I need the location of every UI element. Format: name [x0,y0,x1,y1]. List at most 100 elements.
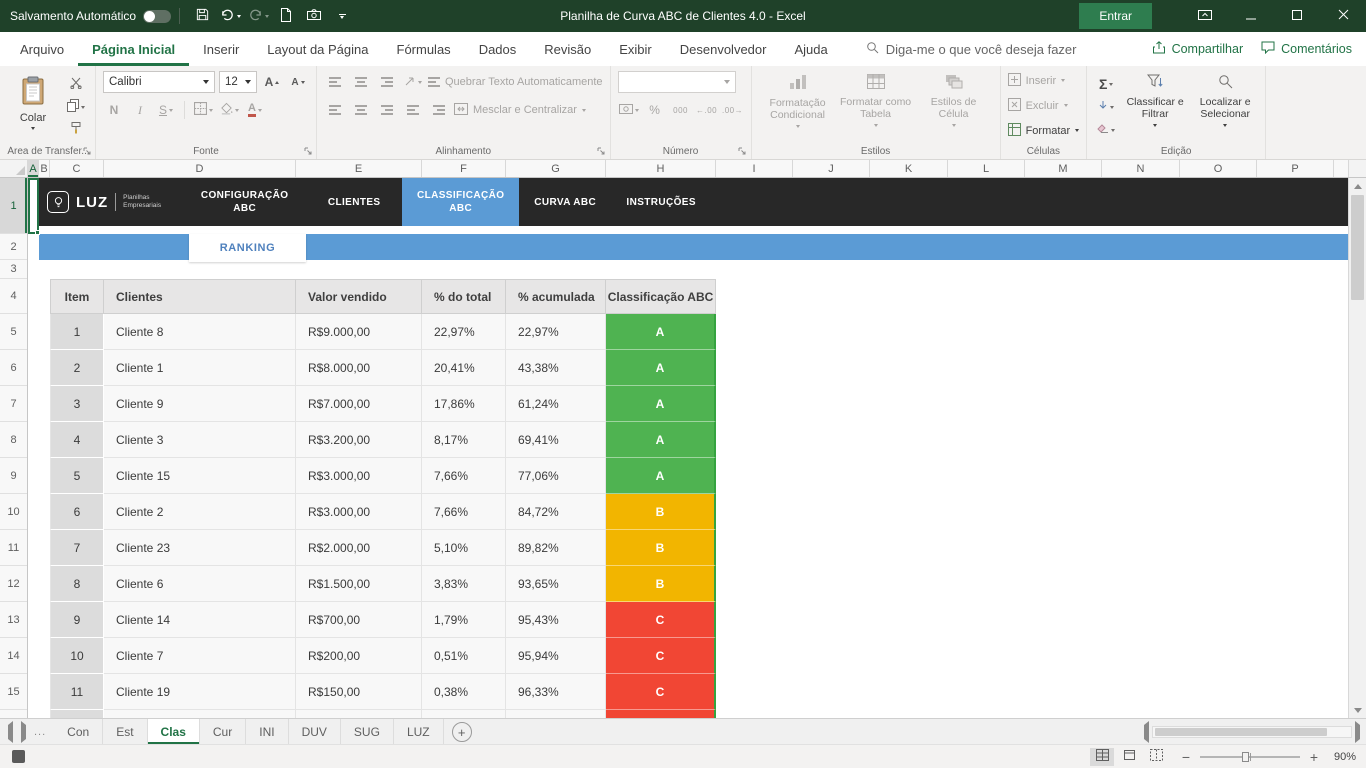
column-header-k[interactable]: K [870,160,948,177]
horizontal-scroll-track[interactable] [1152,726,1352,738]
item-cell[interactable]: 2 [50,350,104,386]
cliente-cell[interactable]: Cliente 23 [104,530,296,566]
zoom-in-button[interactable]: + [1308,749,1320,765]
increase-indent-button[interactable] [428,99,450,121]
item-cell[interactable]: 8 [50,566,104,602]
percent-style-button[interactable]: % [644,99,666,121]
item-cell[interactable]: 10 [50,638,104,674]
camera-button[interactable] [300,0,328,32]
number-dialog-launcher[interactable] [737,145,749,157]
pct-total-cell[interactable]: 1,79% [422,602,506,638]
pct-acum-cell[interactable]: 95,43% [506,602,606,638]
fill-color-button[interactable] [218,99,240,121]
scroll-left-button[interactable] [1144,725,1149,739]
fill-button[interactable] [1094,98,1118,116]
ribbon-tab-desenvolvedor[interactable]: Desenvolvedor [666,32,781,66]
ribbon-display-options-button[interactable] [1182,0,1228,32]
cliente-cell[interactable]: Cliente 1 [104,350,296,386]
item-cell[interactable]: 9 [50,602,104,638]
ribbon-tab-revisao[interactable]: Revisão [530,32,605,66]
classificacao-cell[interactable]: C [606,638,716,674]
horizontal-scroll-thumb[interactable] [1155,728,1327,736]
horizontal-scrollbar[interactable] [1138,719,1366,744]
cliente-cell[interactable]: Cliente 6 [104,566,296,602]
number-format-select[interactable] [618,71,736,93]
align-middle-button[interactable] [350,71,372,93]
item-cell[interactable]: 6 [50,494,104,530]
merge-center-button[interactable]: Mesclar e Centralizar [454,103,586,118]
row-header-3[interactable]: 3 [0,260,27,279]
workbook-tab-curva-abc[interactable]: CURVA ABC [519,178,611,226]
ribbon-tab-dados[interactable]: Dados [465,32,531,66]
pct-total-cell[interactable]: 0,38% [422,674,506,710]
cliente-cell[interactable]: Cliente 9 [104,386,296,422]
font-color-button[interactable]: A [244,99,266,121]
undo-button[interactable] [216,0,244,32]
maximize-button[interactable] [1274,0,1320,32]
classificacao-cell[interactable]: C [606,602,716,638]
borders-button[interactable] [192,99,214,121]
align-bottom-button[interactable] [376,71,398,93]
pct-total-cell[interactable]: 3,83% [422,566,506,602]
selected-cell-a1[interactable] [28,178,39,234]
valor-cell[interactable]: R$7.000,00 [296,386,422,422]
bold-button[interactable]: N [103,99,125,121]
orientation-button[interactable] [402,71,424,93]
workbook-tab-clientes[interactable]: CLIENTES [306,178,402,226]
autosum-button[interactable]: Σ [1094,75,1118,93]
copy-button[interactable] [64,98,88,116]
sign-in-button[interactable]: Entrar [1079,3,1152,29]
column-header-b[interactable]: B [39,160,50,177]
pct-acum-cell[interactable]: 69,41% [506,422,606,458]
pct-acum-cell[interactable]: 61,24% [506,386,606,422]
zoom-slider-thumb[interactable] [1242,752,1249,762]
paste-button[interactable]: Colar [9,70,57,136]
ribbon-tab-inserir[interactable]: Inserir [189,32,253,66]
cell-styles-button[interactable]: Estilos de Célula [915,70,993,134]
classificacao-cell[interactable]: A [606,350,716,386]
zoom-level[interactable]: 90% [1328,751,1356,763]
item-cell[interactable]: 5 [50,458,104,494]
classificacao-cell[interactable]: C [606,674,716,710]
valor-cell[interactable]: R$8.000,00 [296,350,422,386]
item-cell[interactable]: 7 [50,530,104,566]
valor-cell[interactable]: R$700,00 [296,602,422,638]
format-painter-button[interactable] [64,121,88,139]
row-header-10[interactable]: 10 [0,494,27,530]
workbook-tab-configuracao-abc[interactable]: CONFIGURAÇÃO ABC [183,178,306,226]
column-header-e[interactable]: E [296,160,422,177]
ribbon-tab-pagina-inicial[interactable]: Página Inicial [78,32,189,66]
decrease-font-size-button[interactable]: A [287,71,309,93]
sheet-overflow-indicator[interactable]: ... [34,726,46,738]
increase-font-size-button[interactable]: A [261,71,283,93]
cliente-cell[interactable]: Cliente 2 [104,494,296,530]
column-header-o[interactable]: O [1180,160,1257,177]
column-header-g[interactable]: G [506,160,606,177]
sheet-tab-clas[interactable]: Clas [148,719,200,744]
align-left-button[interactable] [324,99,346,121]
find-select-button[interactable]: Localizar e Selecionar [1192,70,1258,136]
row-header-8[interactable]: 8 [0,422,27,458]
sheet-nav-right-button[interactable] [21,725,26,739]
column-header-p[interactable]: P [1257,160,1334,177]
pct-total-cell[interactable]: 17,86% [422,386,506,422]
fill-handle[interactable] [35,230,40,235]
sheet-tab-luz[interactable]: LUZ [394,719,444,744]
page-layout-view-button[interactable] [1117,748,1141,766]
scroll-down-button[interactable] [1349,702,1366,718]
row-header-6[interactable]: 6 [0,350,27,386]
normal-view-button[interactable] [1090,748,1114,766]
valor-cell[interactable]: R$150,00 [296,674,422,710]
row-header-13[interactable]: 13 [0,602,27,638]
align-top-button[interactable] [324,71,346,93]
pct-total-cell[interactable]: 7,66% [422,458,506,494]
row-header-2[interactable]: 2 [0,234,27,260]
column-header-j[interactable]: J [793,160,870,177]
cliente-cell[interactable]: Cliente 3 [104,422,296,458]
pct-acum-cell[interactable]: 84,72% [506,494,606,530]
row-header-15[interactable]: 15 [0,674,27,710]
pct-acum-cell[interactable]: 95,94% [506,638,606,674]
column-header-m[interactable]: M [1025,160,1102,177]
sheet-tab-cur[interactable]: Cur [200,719,246,744]
classificacao-cell[interactable]: B [606,494,716,530]
